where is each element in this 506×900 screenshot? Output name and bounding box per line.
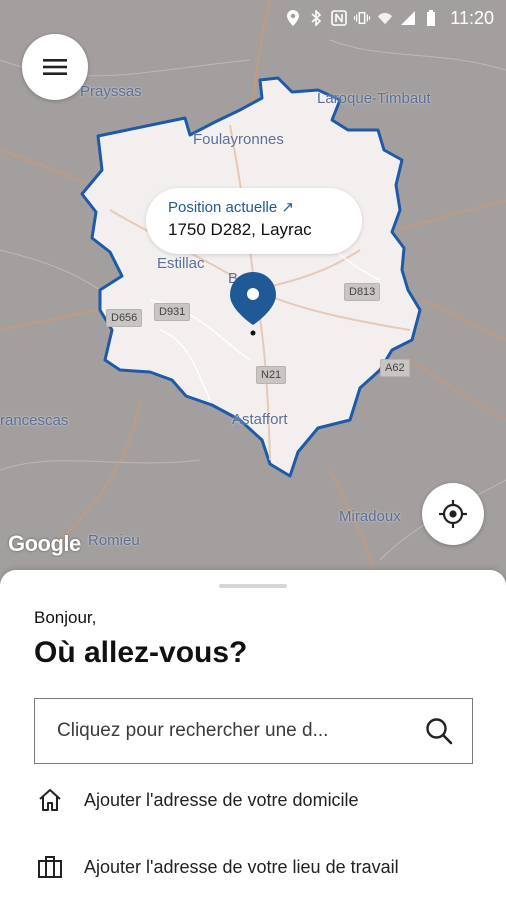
- road-shield: D931: [154, 303, 191, 321]
- wifi-icon: [377, 10, 393, 26]
- current-address: 1750 D282, Layrac: [168, 220, 312, 239]
- briefcase-icon: [36, 853, 68, 881]
- greeting-text: Bonjour,: [34, 608, 97, 627]
- signal-icon: [400, 10, 416, 26]
- road-shield: N21: [256, 366, 287, 384]
- status-time: 11:20: [450, 7, 494, 28]
- recenter-location-button[interactable]: [422, 483, 484, 545]
- current-position-card: Position actuelle ↗ 1750 D282, Layrac: [146, 188, 362, 254]
- town-label: rancescas: [0, 412, 69, 429]
- sheet-drag-handle[interactable]: [219, 584, 287, 588]
- town-label: Estillac: [157, 255, 205, 272]
- town-label: Romieu: [88, 532, 140, 549]
- town-label: Miradoux: [339, 508, 401, 525]
- page-title: Où allez-vous?: [34, 636, 248, 669]
- town-label: Foulayronnes: [193, 131, 284, 148]
- current-position-link[interactable]: Position actuelle ↗: [168, 198, 340, 218]
- add-home-address-label: Ajouter l'adresse de votre domicile: [84, 789, 359, 810]
- map-view[interactable]: Prayssas Laroque-Timbaut Foulayronnes Es…: [0, 0, 506, 590]
- vibrate-icon: [354, 10, 371, 26]
- crosshair-icon: [439, 500, 467, 528]
- add-work-address-label: Ajouter l'adresse de votre lieu de trava…: [84, 856, 399, 877]
- destination-search-input[interactable]: Cliquez pour rechercher une d...: [34, 698, 473, 764]
- search-placeholder: Cliquez pour rechercher une d...: [57, 720, 329, 741]
- menu-button[interactable]: [22, 34, 88, 100]
- search-icon[interactable]: [424, 716, 454, 746]
- town-label: Laroque-Timbaut: [317, 90, 431, 107]
- road-shield: A62: [380, 359, 410, 377]
- google-attribution: Google: [8, 531, 81, 556]
- location-pin-icon: [230, 272, 276, 336]
- add-home-address-button[interactable]: Ajouter l'adresse de votre domicile: [36, 780, 476, 820]
- home-icon: [36, 786, 68, 814]
- status-bar: 11:20: [0, 0, 506, 36]
- hamburger-icon: [43, 59, 67, 75]
- add-work-address-button[interactable]: Ajouter l'adresse de votre lieu de trava…: [36, 847, 476, 887]
- nfc-icon: [331, 10, 348, 26]
- location-icon: [285, 10, 301, 26]
- road-shield: D813: [344, 283, 381, 301]
- destination-sheet: Bonjour, Où allez-vous? Cliquez pour rec…: [0, 570, 506, 900]
- bluetooth-icon: [308, 10, 324, 26]
- town-label: Prayssas: [80, 83, 142, 100]
- road-shield: D656: [106, 309, 143, 327]
- town-label: Astaffort: [232, 411, 288, 428]
- battery-icon: [423, 10, 439, 26]
